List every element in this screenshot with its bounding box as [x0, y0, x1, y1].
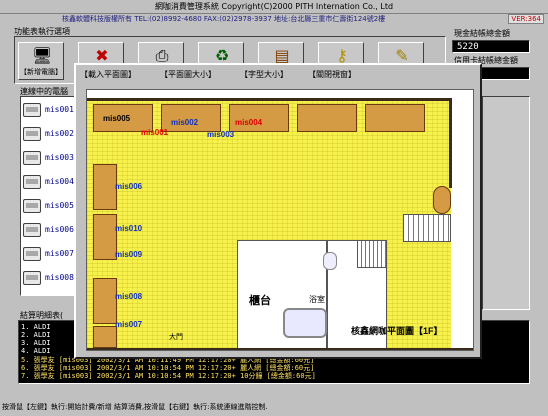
list-item[interactable]: 2. ALDI: [21, 331, 51, 339]
computer-icon: [23, 127, 41, 141]
seat-label[interactable]: mis010: [115, 224, 142, 233]
new-computer-button[interactable]: 🖥 【新增電腦】: [18, 42, 64, 80]
new-computer-label: 【新增電腦】: [20, 68, 62, 76]
window-title: 網咖消費管理系統 Copyright(C)2000 PITH Internati…: [154, 2, 394, 11]
list-item[interactable]: 3. ALDI: [21, 339, 51, 347]
bathroom-label: 浴室: [309, 295, 325, 304]
door-label: 大門: [169, 334, 183, 341]
seat-label[interactable]: mis008: [115, 292, 142, 301]
seat-label[interactable]: mis001: [141, 128, 168, 137]
wall-bottom: [87, 348, 473, 350]
seat-label[interactable]: mis003: [207, 130, 234, 139]
computer-icon: [23, 247, 41, 261]
computer-icon: [23, 223, 41, 237]
floor-plan: mis005 mis001 mis002 mis003 mis004 mis00…: [86, 89, 474, 351]
desk-column-left: [93, 164, 117, 210]
list-item[interactable]: 7. 張學友 [mis003] 2002/3/1 AM 10:10:54 PM …: [21, 371, 316, 381]
wall-right: [449, 98, 452, 188]
counter-label: 櫃台: [249, 295, 271, 307]
seat-label[interactable]: mis004: [235, 118, 262, 127]
company-info: 核鑫軟體科技版權所有 TEL:(02)8992-4680 FAX:(02)297…: [62, 15, 386, 23]
list-item[interactable]: 4. ALDI: [21, 347, 51, 355]
computer-icon: [23, 175, 41, 189]
seat-label[interactable]: mis002: [171, 118, 198, 127]
desk-column-left: [93, 326, 117, 348]
stairs: [403, 214, 451, 242]
seat-label[interactable]: mis009: [115, 250, 142, 259]
desk-row-top: [297, 104, 357, 132]
desk-column-left: [93, 214, 117, 260]
dialog-menu: 【載入平面圖】 【平面圖大小】 【字型大小】 【關閉視窗】: [76, 65, 480, 85]
menu-close-window[interactable]: 【關閉視窗】: [308, 69, 356, 80]
cash-total-value: 5220: [452, 40, 530, 53]
menu-load-plan[interactable]: 【載入平面圖】: [80, 69, 136, 80]
desk-column-left: [93, 278, 117, 324]
seat-label[interactable]: mis005: [103, 114, 130, 123]
stairs: [357, 240, 387, 268]
computer-icon: [23, 103, 41, 117]
toilet: [323, 252, 337, 270]
seat-label[interactable]: mis007: [115, 320, 142, 329]
bathtub: [283, 308, 327, 338]
company-info-bar: 核鑫軟體科技版權所有 TEL:(02)8992-4680 FAX:(02)297…: [0, 14, 548, 24]
app-window: 網咖消費管理系統 Copyright(C)2000 PITH Internati…: [0, 0, 548, 416]
status-bar: 按滑鼠【左鍵】執行:開始計費/新增 結算消費,按滑鼠【右鍵】執行:系統連線進階控…: [2, 403, 268, 411]
menu-font-size[interactable]: 【字型大小】: [240, 69, 288, 80]
computer-icon: [23, 151, 41, 165]
floor-plan-dialog: 【載入平面圖】 【平面圖大小】 【字型大小】 【關閉視窗】 mis005 mis…: [74, 63, 482, 359]
right-panel: [482, 96, 530, 310]
seat-label[interactable]: mis006: [115, 182, 142, 191]
cash-total-label: 現金結帳總金額: [454, 29, 510, 38]
list-item[interactable]: 1. ALDI: [21, 323, 51, 331]
computer-icon: [23, 271, 41, 285]
computer-icon: [23, 199, 41, 213]
menu-plan-size[interactable]: 【平面圖大小】: [160, 69, 216, 80]
monitor-icon: 🖥: [32, 46, 53, 65]
desk-row-top: [365, 104, 425, 132]
title-bar: 網咖消費管理系統 Copyright(C)2000 PITH Internati…: [0, 0, 548, 14]
version-badge: VER:364: [508, 14, 544, 24]
plan-title: 核鑫網咖平面圖【1F】: [351, 326, 443, 336]
wall-outer: [87, 98, 451, 101]
table-round: [433, 186, 451, 214]
